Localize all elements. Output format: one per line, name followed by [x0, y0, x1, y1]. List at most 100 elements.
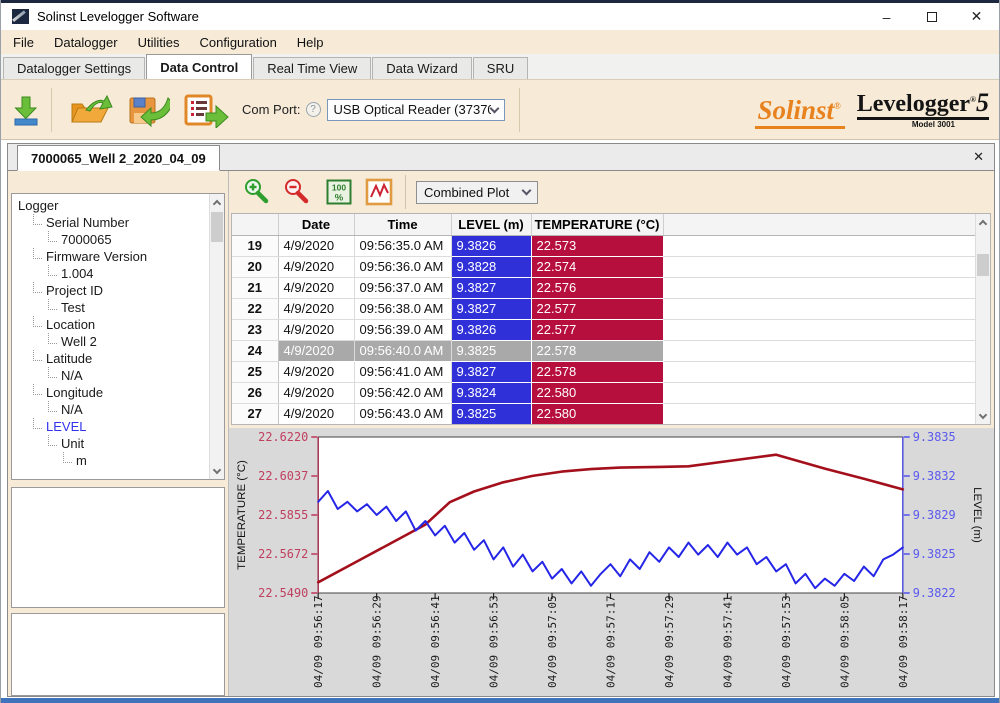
tree-item-n-a[interactable]: N/A: [18, 401, 208, 418]
tab-data-wizard[interactable]: Data Wizard: [372, 57, 472, 79]
tree-item-logger[interactable]: Logger: [18, 197, 208, 214]
tree-connector: [33, 316, 42, 327]
tree-connector: [33, 248, 42, 259]
zoom-in-icon[interactable]: [242, 177, 272, 207]
menu-item-utilities[interactable]: Utilities: [128, 32, 190, 53]
tree-item-n-a[interactable]: N/A: [18, 367, 208, 384]
zoom-100-icon[interactable]: 100 %: [326, 179, 352, 205]
table-row[interactable]: 244/9/202009:56:40.0 AM9.382522.578: [232, 340, 976, 361]
tab-datalogger-settings[interactable]: Datalogger Settings: [3, 57, 145, 79]
tree-item-level[interactable]: LEVEL: [18, 418, 208, 435]
scroll-up-button[interactable]: [210, 194, 224, 210]
cell-level: 9.3824: [451, 382, 531, 403]
column-header-time: Time: [354, 214, 451, 235]
menu-item-configuration[interactable]: Configuration: [189, 32, 286, 53]
toolbar: Com Port: ? USB Optical Reader (373706) …: [1, 79, 999, 140]
svg-text:9.3822: 9.3822: [913, 586, 956, 600]
minimize-button[interactable]: –: [864, 3, 909, 30]
tree-item-location[interactable]: Location: [18, 316, 208, 333]
tab-real-time-view[interactable]: Real Time View: [253, 57, 371, 79]
open-file-icon[interactable]: [66, 92, 114, 128]
tree-item-project-id[interactable]: Project ID: [18, 282, 208, 299]
tree-item-label: 1.004: [61, 266, 94, 281]
table-row[interactable]: 214/9/202009:56:37.0 AM9.382722.576: [232, 277, 976, 298]
plot-style-icon[interactable]: [365, 178, 393, 206]
file-tab[interactable]: 7000065_Well 2_2020_04_09: [17, 145, 220, 171]
tree-item-test[interactable]: Test: [18, 299, 208, 316]
svg-text:04/09 09:57:41: 04/09 09:57:41: [721, 595, 734, 688]
tree-item-serial-number[interactable]: Serial Number: [18, 214, 208, 231]
tree-item-label: Latitude: [46, 351, 92, 366]
table-row[interactable]: 274/9/202009:56:43.0 AM9.382522.580: [232, 403, 976, 424]
cell-date: 4/9/2020: [278, 361, 354, 382]
cell-temperature: 22.576: [531, 277, 663, 298]
maximize-icon: [927, 12, 937, 22]
cell-filler: [663, 361, 976, 382]
tree-item-label: Serial Number: [46, 215, 129, 230]
cell-filler: [663, 319, 976, 340]
cell-date: 4/9/2020: [278, 235, 354, 256]
tree-item-longitude[interactable]: Longitude: [18, 384, 208, 401]
table-row[interactable]: 224/9/202009:56:38.0 AM9.382722.577: [232, 298, 976, 319]
zoom-out-icon[interactable]: [282, 177, 312, 207]
file-tab-close-icon[interactable]: ✕: [973, 149, 984, 165]
tree-item-m[interactable]: m: [18, 452, 208, 469]
table-row[interactable]: 254/9/202009:56:41.0 AM9.382722.578: [232, 361, 976, 382]
cell-temperature: 22.577: [531, 319, 663, 340]
chart-toolbar-divider: [405, 175, 406, 209]
cell-temperature: 22.578: [531, 340, 663, 361]
tree-item-1-004[interactable]: 1.004: [18, 265, 208, 282]
cell-temperature: 22.573: [531, 235, 663, 256]
table-row[interactable]: 264/9/202009:56:42.0 AM9.382422.580: [232, 382, 976, 403]
tree-scrollbar[interactable]: [209, 194, 224, 479]
maximize-button[interactable]: [909, 3, 954, 30]
toolbar-divider: [519, 88, 520, 132]
table-row[interactable]: 204/9/202009:56:36.0 AM9.382822.574: [232, 256, 976, 277]
tree-item-well-2[interactable]: Well 2: [18, 333, 208, 350]
cell-date: 4/9/2020: [278, 277, 354, 298]
com-port-select[interactable]: USB Optical Reader (373706): [327, 99, 505, 121]
plot-type-select[interactable]: Combined Plot: [416, 181, 538, 204]
tree-item-firmware-version[interactable]: Firmware Version: [18, 248, 208, 265]
svg-text:9.3835: 9.3835: [913, 430, 956, 444]
cell-temperature: 22.574: [531, 256, 663, 277]
menu-item-file[interactable]: File: [3, 32, 44, 53]
tab-data-control[interactable]: Data Control: [146, 54, 252, 79]
scroll-thumb[interactable]: [977, 254, 989, 276]
chart-svg: 22.622022.603722.585522.567222.54909.383…: [229, 428, 994, 696]
tree-connector: [48, 299, 57, 310]
export-data-icon[interactable]: [182, 92, 230, 128]
cell-level: 9.3827: [451, 361, 531, 382]
tree-item-label: N/A: [61, 368, 83, 383]
tree-item-latitude[interactable]: Latitude: [18, 350, 208, 367]
svg-text:LEVEL (m): LEVEL (m): [971, 487, 983, 543]
svg-text:04/09 09:56:41: 04/09 09:56:41: [429, 595, 442, 688]
tree-item-7000065[interactable]: 7000065: [18, 231, 208, 248]
table-scrollbar[interactable]: [975, 214, 990, 424]
scroll-down-button[interactable]: [976, 408, 990, 424]
download-data-icon[interactable]: [11, 94, 41, 126]
cell-row-number: 19: [232, 235, 278, 256]
info-box-bottom: [11, 613, 225, 696]
tree-connector: [48, 401, 57, 412]
table-row[interactable]: 234/9/202009:56:39.0 AM9.382622.577: [232, 319, 976, 340]
tree-item-label: Firmware Version: [46, 249, 147, 264]
save-data-icon[interactable]: [126, 92, 170, 128]
table-row[interactable]: 194/9/202009:56:35.0 AM9.382622.573: [232, 235, 976, 256]
scroll-down-button[interactable]: [210, 463, 224, 479]
cell-date: 4/9/2020: [278, 298, 354, 319]
cell-row-number: 20: [232, 256, 278, 277]
menu-item-datalogger[interactable]: Datalogger: [44, 32, 128, 53]
tree-item-label: Logger: [18, 198, 58, 213]
scroll-up-button[interactable]: [976, 214, 990, 230]
info-box-top: [11, 487, 225, 608]
help-icon[interactable]: ?: [306, 102, 321, 117]
close-button[interactable]: ✕: [954, 3, 999, 30]
scroll-thumb[interactable]: [211, 212, 223, 242]
tree-item-unit[interactable]: Unit: [18, 435, 208, 452]
cell-level: 9.3827: [451, 298, 531, 319]
svg-text:04/09 09:58:05: 04/09 09:58:05: [838, 595, 851, 688]
tab-sru[interactable]: SRU: [473, 57, 528, 79]
tree-connector: [33, 384, 42, 395]
menu-item-help[interactable]: Help: [287, 32, 334, 53]
